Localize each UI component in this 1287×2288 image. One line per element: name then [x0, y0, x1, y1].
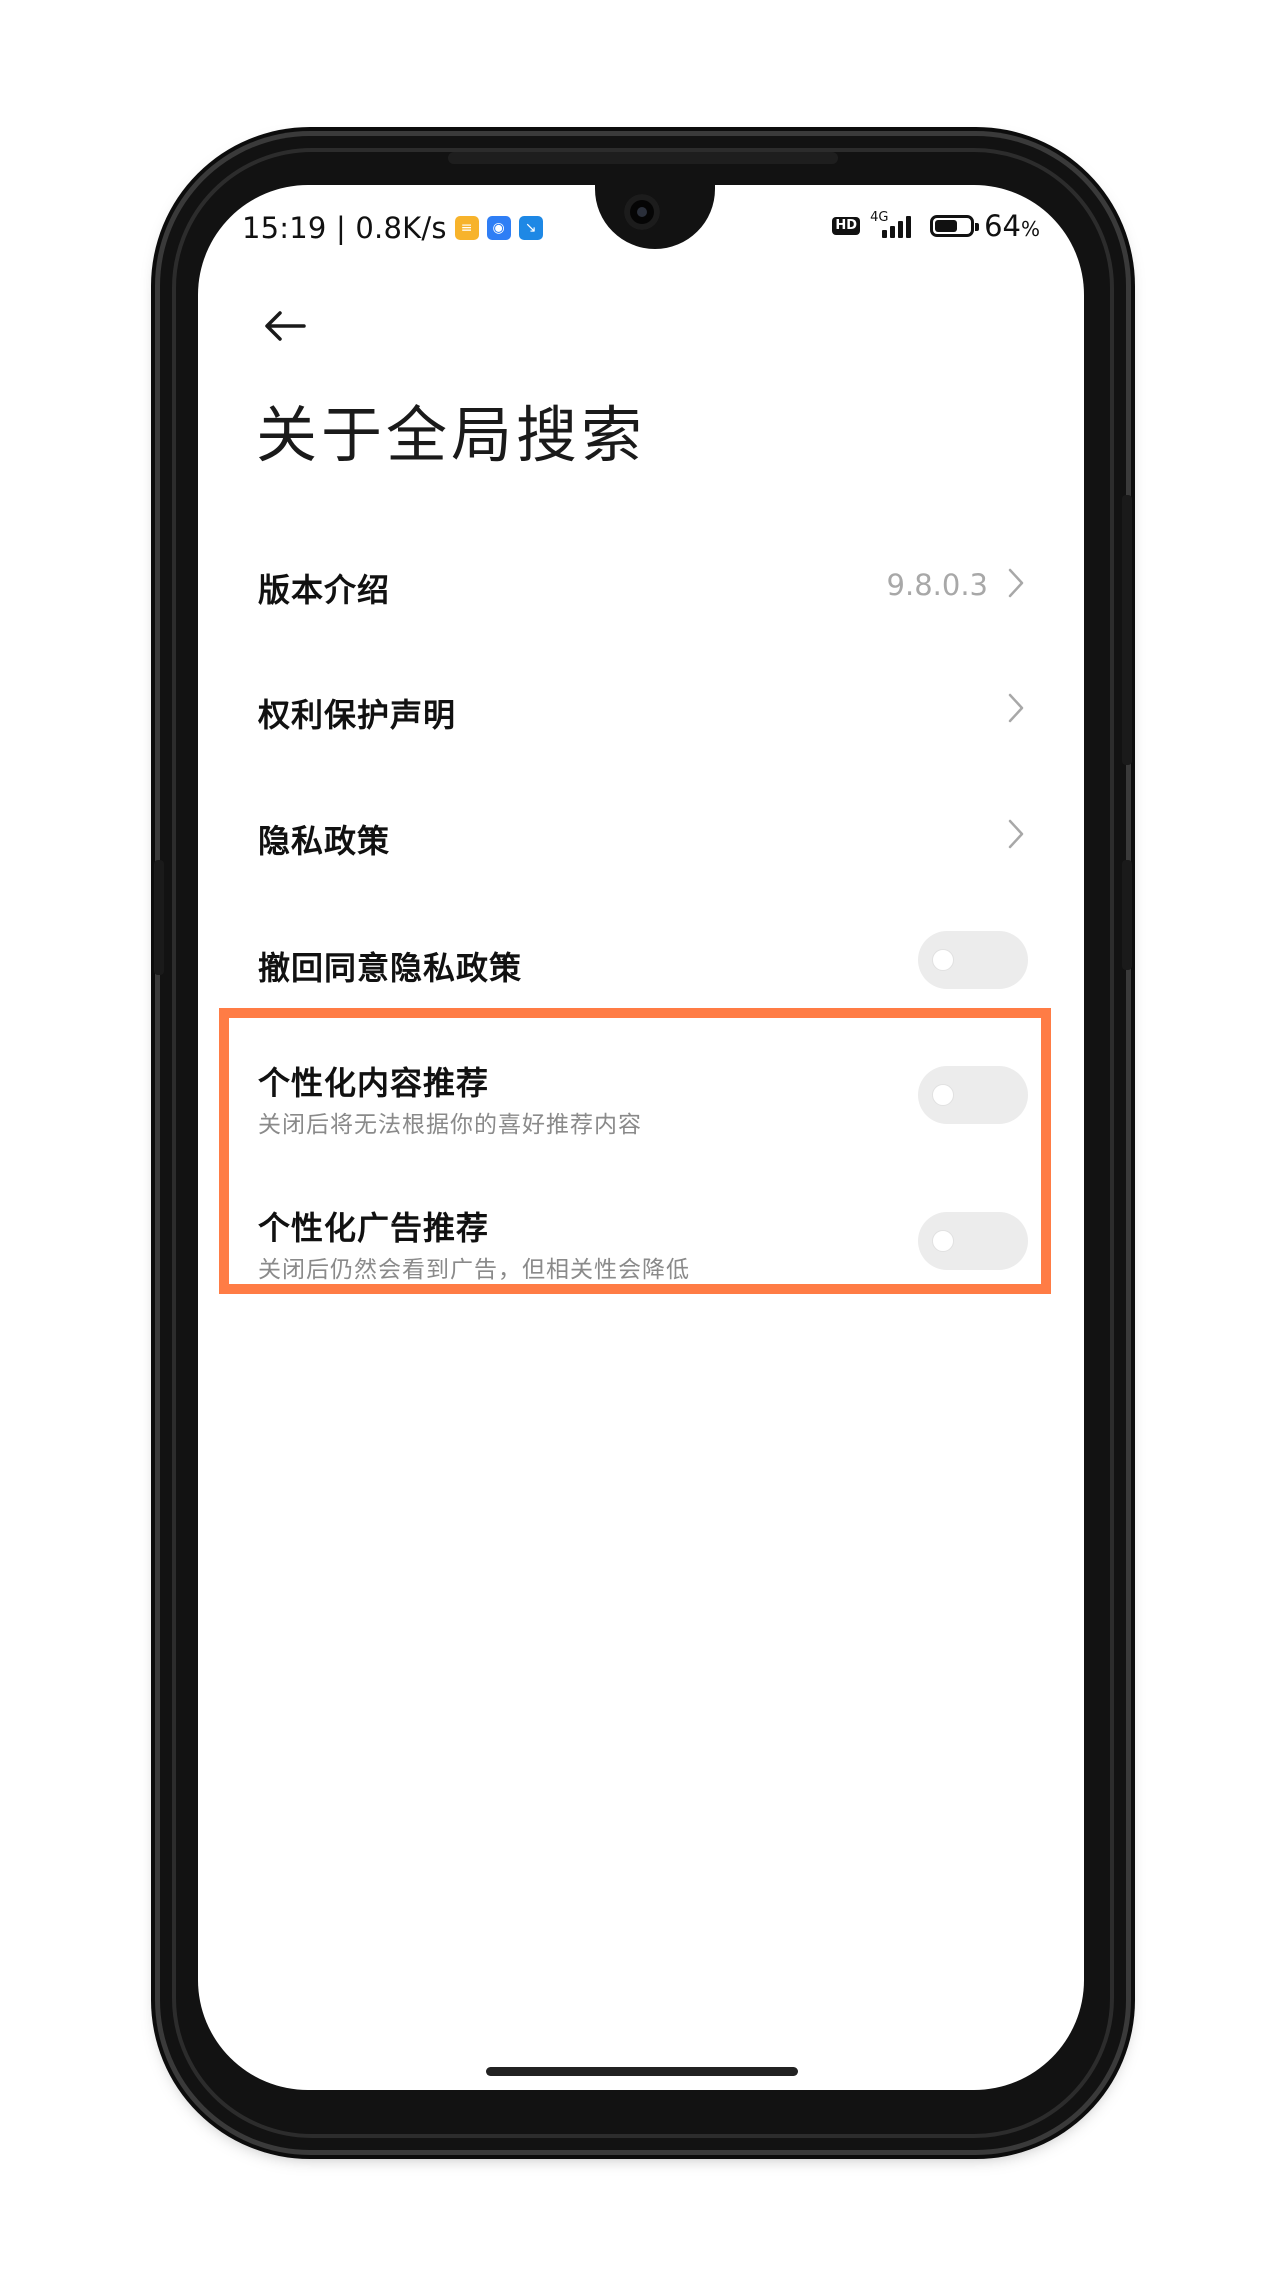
front-camera	[624, 194, 660, 230]
battery-percent: 64%	[984, 209, 1040, 243]
privacy-policy-row[interactable]: 隐私政策	[198, 783, 1084, 883]
signal-icon: 4G	[870, 210, 920, 240]
chevron-right-icon	[1000, 817, 1030, 851]
earpiece-speaker	[448, 152, 838, 164]
toggle-knob	[932, 949, 954, 971]
broadcast-icon: ◉	[486, 216, 511, 240]
chevron-right-icon	[1000, 566, 1030, 600]
highlight-box	[219, 1008, 1051, 1294]
power-button	[1122, 495, 1132, 765]
hd-voice-icon: HD	[832, 217, 861, 235]
side-key	[154, 860, 164, 975]
page-title: 关于全局搜索	[256, 400, 647, 471]
privacy-policy-label: 隐私政策	[258, 822, 391, 860]
status-time: 15:19 | 0.8K/s	[242, 211, 447, 245]
version-value: 9.8.0.3	[886, 568, 988, 602]
rights-protection-label: 权利保护声明	[258, 696, 457, 734]
phone-screen: 15:19 | 0.8K/s ≡ ◉ ↘ HD 4G 64% 关于全局搜索 版本…	[198, 185, 1084, 2090]
rights-protection-row[interactable]: 权利保护声明	[198, 657, 1084, 757]
back-arrow-icon[interactable]	[260, 301, 310, 351]
version-label: 版本介绍	[258, 571, 391, 609]
status-bar-right: HD 4G 64%	[832, 209, 1040, 243]
status-bar-left: 15:19 | 0.8K/s ≡ ◉ ↘	[242, 211, 543, 245]
chevron-right-icon	[1000, 691, 1030, 725]
version-row[interactable]: 版本介绍 9.8.0.3	[198, 533, 1084, 633]
withdraw-consent-toggle[interactable]	[918, 931, 1028, 989]
battery-fill	[935, 220, 958, 232]
app-notification-icon: ↘	[518, 216, 543, 240]
home-indicator[interactable]	[486, 2067, 798, 2076]
withdraw-consent-label: 撤回同意隐私政策	[258, 949, 523, 987]
notes-app-icon: ≡	[454, 216, 479, 240]
withdraw-consent-row: 撤回同意隐私政策	[198, 909, 1084, 1009]
battery-icon	[930, 215, 980, 237]
volume-button	[1122, 860, 1132, 970]
